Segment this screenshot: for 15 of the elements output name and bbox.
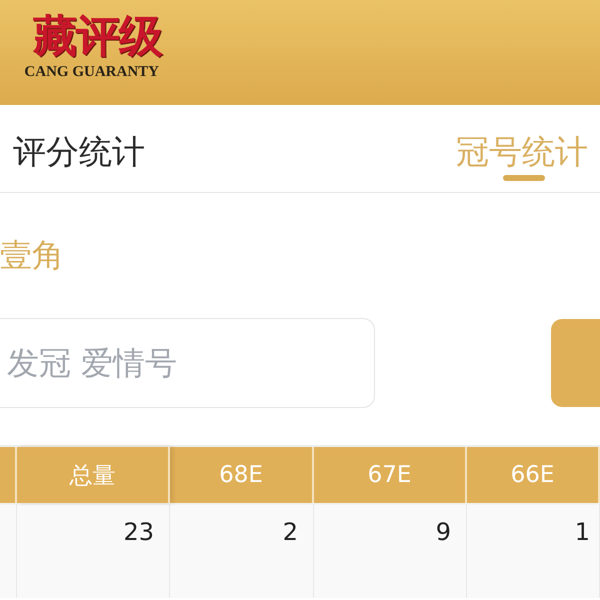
column-header: 总量 [17, 447, 170, 503]
logo-title: 藏评级 [33, 12, 162, 62]
table-cell: 1 [467, 503, 600, 598]
table-cell: 2 [170, 503, 314, 598]
column-header: 66E [467, 447, 600, 503]
logo-subtitle: CANG GUARANTY [24, 64, 160, 81]
column-header: 68E [170, 447, 314, 503]
table-cell: 9 [314, 503, 467, 598]
table-cell: 23 [17, 503, 170, 598]
tab[interactable]: 评分统计 [11, 128, 147, 184]
search-field[interactable]: 发冠 爱情号 [0, 318, 375, 408]
section-title: 壹角 [0, 235, 64, 275]
column-header: 67E [314, 447, 467, 503]
column-header [0, 447, 17, 503]
search-button[interactable] [551, 319, 600, 407]
